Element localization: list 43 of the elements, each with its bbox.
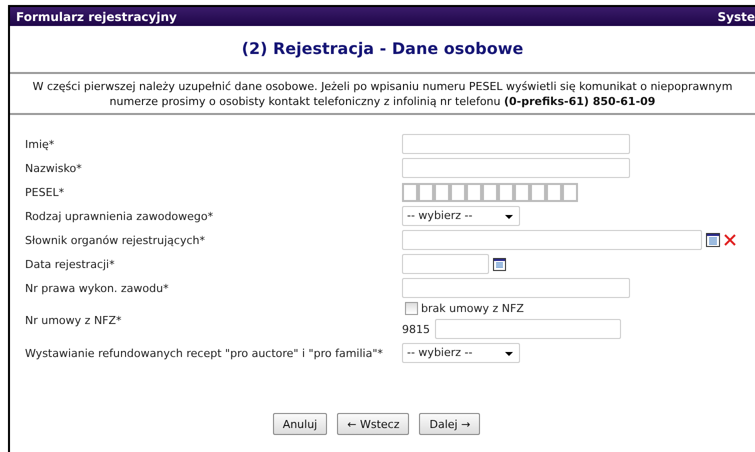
digit-box[interactable]: [418, 182, 434, 202]
caret-icon: [505, 352, 513, 356]
input-field[interactable]: [402, 134, 630, 154]
digit-box[interactable]: [498, 182, 514, 202]
form-button[interactable]: Anuluj: [272, 413, 328, 435]
digit-box[interactable]: [482, 182, 498, 202]
caret-icon: [505, 215, 513, 219]
field-label: Nazwisko*: [25, 160, 83, 176]
input-field[interactable]: [402, 158, 630, 178]
calendar-icon[interactable]: [493, 258, 506, 270]
page-heading: (2) Rejestracja - Dane osobowe: [10, 26, 755, 74]
description-text: W części pierwszej należy uzupełnić dane osobowe. Jeżeli po wpisaniu numeru PESEL wyświetli się komunikat o niepoprawnym numerze prosimy o osobisty kontakt telefoniczny z infolinią nr telefonu (0-prefiks-61) 850-61-09: [32, 79, 734, 109]
field-label: Imię*: [25, 136, 56, 152]
input-field[interactable]: [402, 278, 630, 298]
field-label: Wystawianie refundowanych recept "pro auctore" i "pro familia"*: [25, 346, 384, 362]
field-label: Rodzaj uprawnienia zawodowego*: [25, 208, 214, 224]
list-icon[interactable]: [706, 233, 720, 247]
checkbox[interactable]: [405, 302, 418, 315]
digit-box[interactable]: [450, 182, 466, 202]
dropdown[interactable]: -- wybierz --: [402, 206, 520, 226]
input-field[interactable]: [435, 319, 621, 339]
form-button[interactable]: ← Wstecz: [337, 413, 410, 435]
digit-box[interactable]: [466, 182, 482, 202]
field-label: Słownik organów rejestrujących*: [25, 232, 206, 248]
field-label: PESEL*: [25, 184, 66, 200]
digit-box[interactable]: [546, 182, 562, 202]
field-label: Nr prawa wykon. zawodu*: [25, 280, 170, 296]
checkbox-label: brak umowy z NFZ: [421, 302, 524, 315]
prefix-text: 9815: [402, 322, 430, 336]
form-button[interactable]: Dalej →: [419, 413, 480, 435]
window-title-right: Syste: [718, 10, 755, 24]
date-field[interactable]: [402, 254, 489, 274]
digit-box[interactable]: [530, 182, 546, 202]
field-label: Data rejestracji*: [25, 256, 116, 272]
dropdown[interactable]: -- wybierz --: [402, 343, 520, 363]
input-field[interactable]: [402, 230, 702, 250]
digit-box[interactable]: [402, 182, 418, 202]
window-title: Formularz rejestracyjny: [16, 10, 177, 24]
delete-icon[interactable]: [724, 234, 736, 246]
digit-box[interactable]: [434, 182, 450, 202]
digit-box[interactable]: [562, 182, 578, 202]
field-label: Nr umowy z NFZ*: [25, 313, 123, 329]
digit-box[interactable]: [514, 182, 530, 202]
